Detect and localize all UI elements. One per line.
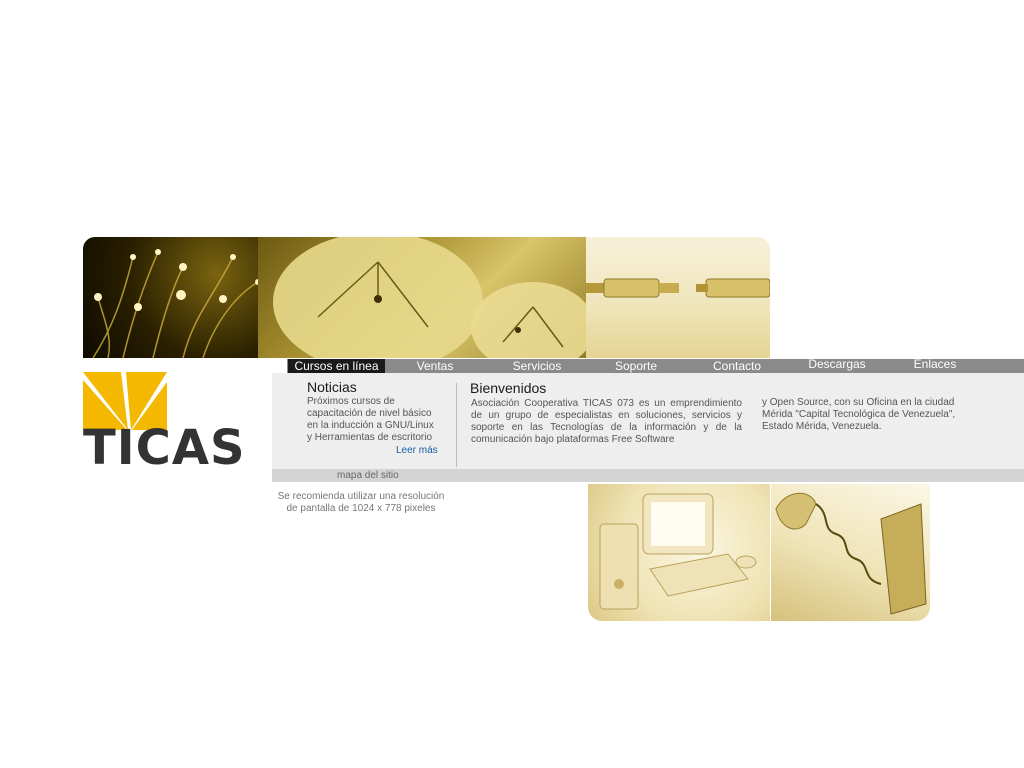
column-divider — [456, 383, 457, 467]
nav-soporte[interactable]: Soporte — [600, 359, 672, 373]
logo-wordmark: TICAS — [83, 420, 246, 476]
nav-servicios[interactable]: Servicios — [497, 359, 577, 373]
main-nav: Cursos en línea Ventas Servicios Soporte… — [287, 357, 1024, 373]
computer-photo — [588, 484, 770, 621]
ticas-logo[interactable]: TICAS — [83, 372, 253, 477]
nav-cursos-en-linea[interactable]: Cursos en línea — [288, 359, 385, 373]
nav-descargas[interactable]: Descargas — [797, 357, 877, 371]
site-map-link[interactable]: mapa del sitio — [337, 470, 399, 481]
nav-ventas[interactable]: Ventas — [400, 359, 470, 373]
news-title: Noticias — [307, 379, 357, 395]
fiber-optics-photo — [83, 237, 273, 358]
welcome-text-col1: Asociación Cooperativa TICAS 073 es un e… — [471, 398, 742, 445]
welcome-title: Bienvenidos — [470, 380, 547, 396]
telephone-photo — [771, 484, 930, 621]
satellite-dishes-photo — [258, 237, 600, 358]
rca-cable-photo — [586, 237, 770, 358]
nav-enlaces[interactable]: Enlaces — [899, 357, 971, 371]
nav-contacto[interactable]: Contacto — [701, 359, 773, 373]
read-more-link[interactable]: Leer más — [396, 445, 438, 456]
news-body: Próximos cursos de capacitación de nivel… — [307, 396, 434, 443]
welcome-text-col2: y Open Source, con su Oficina en la ciud… — [762, 397, 956, 432]
resolution-note: Se recomienda utilizar una resolución de… — [277, 491, 445, 514]
